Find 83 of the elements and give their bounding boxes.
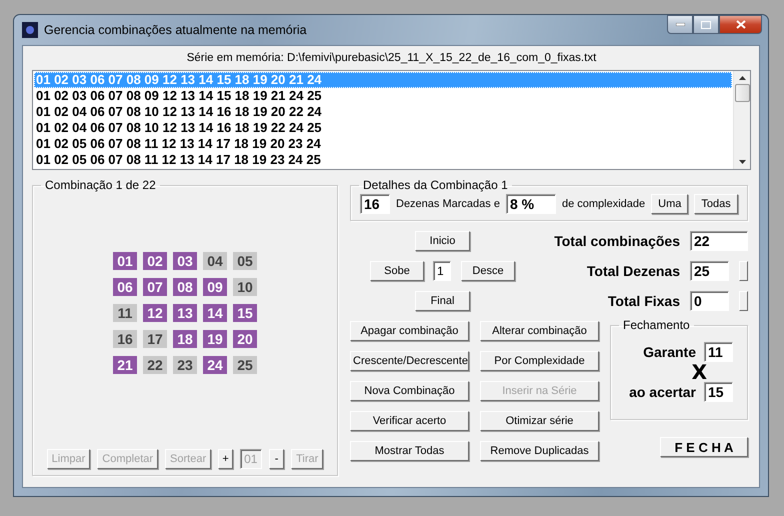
step-button[interactable]: + (218, 449, 234, 469)
times-label: X (692, 362, 707, 382)
number-tile[interactable]: 15 (233, 304, 257, 322)
total-field[interactable]: 22 (690, 231, 748, 251)
number-tile[interactable]: 21 (113, 356, 137, 374)
list-row[interactable]: 01 02 04 06 07 08 10 12 13 14 16 18 19 20 22 24 (34, 104, 732, 120)
list-row[interactable]: 01 02 03 06 07 08 09 12 13 14 15 18 19 20 21 24 (34, 72, 732, 88)
total-field[interactable]: 0 (690, 291, 729, 311)
action-button[interactable]: Apagar combinação (350, 321, 469, 341)
list-row[interactable]: 01 02 03 06 07 08 09 12 13 14 15 18 19 21 24 25 (34, 88, 732, 104)
close-icon (736, 20, 746, 29)
number-tile[interactable]: 16 (113, 330, 137, 348)
number-tile[interactable]: 23 (173, 356, 197, 374)
total-label: Total combinações (554, 232, 680, 251)
number-tile[interactable]: 14 (203, 304, 227, 322)
group-title: Fechamento (622, 318, 691, 332)
first-button[interactable]: Inicio (415, 231, 470, 251)
position-field[interactable]: 1 (433, 261, 451, 281)
action-button[interactable]: Alterar combinação (480, 321, 599, 341)
hit-label: ao acertar (629, 383, 696, 402)
number-tile[interactable]: 24 (203, 356, 227, 374)
action-button[interactable]: Remove Duplicadas (480, 441, 599, 461)
scroll-thumb[interactable] (734, 84, 750, 102)
list-row[interactable]: 01 02 04 06 07 08 10 12 13 14 16 18 19 22 24 25 (34, 120, 732, 136)
count-label: Dezenas Marcadas e (396, 198, 500, 210)
number-tile[interactable]: 04 (203, 252, 227, 270)
scroll-down-icon (738, 160, 746, 164)
number-tile[interactable]: 09 (203, 278, 227, 296)
number-tile[interactable]: 20 (233, 330, 257, 348)
scrollbar[interactable] (733, 71, 750, 169)
app-icon (22, 22, 38, 38)
number-tile[interactable]: 05 (233, 252, 257, 270)
down-button[interactable]: Desce (461, 261, 515, 281)
side-button[interactable] (739, 261, 748, 281)
complexity-label: de complexidade (562, 198, 646, 210)
window-title: Gerencia combinações atualmente na memória (44, 23, 307, 37)
count-field[interactable]: 16 (360, 194, 390, 214)
details-button[interactable]: Todas (694, 194, 738, 214)
number-tile[interactable]: 19 (203, 330, 227, 348)
number-tile[interactable]: 18 (173, 330, 197, 348)
number-tile[interactable]: 10 (233, 278, 257, 296)
list-row[interactable]: 01 02 05 06 07 08 11 12 13 14 17 18 19 23 24 25 (34, 152, 732, 168)
close-button[interactable] (719, 15, 762, 34)
guarantee-label: Garante (643, 343, 696, 362)
scroll-up-icon (738, 76, 746, 80)
side-button[interactable] (739, 291, 748, 311)
number-tile[interactable]: 12 (143, 304, 167, 322)
group-title: Combinação 1 de 22 (44, 178, 157, 192)
minimize-button[interactable] (667, 15, 693, 34)
last-button[interactable]: Final (415, 291, 470, 311)
number-tile[interactable]: 22 (143, 356, 167, 374)
total-label: Total Fixas (608, 292, 680, 311)
complexity-field[interactable]: 8 % (506, 194, 556, 214)
action-button[interactable]: Mostrar Todas (350, 441, 469, 461)
number-tile[interactable]: 02 (143, 252, 167, 270)
number-tile[interactable]: 13 (173, 304, 197, 322)
total-field[interactable]: 25 (690, 261, 729, 281)
number-tile[interactable]: 08 (173, 278, 197, 296)
number-tile[interactable]: 06 (113, 278, 137, 296)
up-button[interactable]: Sobe (370, 261, 424, 281)
details-button[interactable]: Uma (651, 194, 688, 214)
action-button[interactable]: Crescente/Decrescente (350, 351, 469, 371)
number-tile[interactable]: 25 (233, 356, 257, 374)
number-tile[interactable]: 07 (143, 278, 167, 296)
number-tile[interactable]: 11 (113, 304, 137, 322)
number-tile[interactable]: 01 (113, 252, 137, 270)
step-button[interactable]: - (269, 449, 284, 469)
total-label: Total Dezenas (586, 262, 680, 281)
minimize-icon (676, 23, 684, 26)
number-tile[interactable]: 17 (143, 330, 167, 348)
list-row[interactable]: 01 02 05 06 07 08 11 12 13 14 17 18 19 20 23 24 (34, 136, 732, 152)
series-label: Série em memória: D:\femivi\purebasic\25_11_X_15_22_de_16_com_0_fixas.txt (186, 51, 598, 66)
close-dialog-button[interactable]: F E C H A (660, 437, 748, 457)
maximize-button[interactable] (693, 15, 719, 34)
number-tile[interactable]: 03 (173, 252, 197, 270)
guarantee-field[interactable]: 11 (704, 342, 733, 362)
maximize-icon (701, 20, 711, 28)
action-button[interactable]: Verificar acerto (350, 411, 469, 431)
group-title: Detalhes da Combinação 1 (362, 178, 509, 192)
action-button[interactable]: Nova Combinação (350, 381, 469, 401)
hit-field[interactable]: 15 (704, 382, 733, 402)
action-button[interactable]: Otimizar série (480, 411, 599, 431)
action-button[interactable]: Por Complexidade (480, 351, 599, 371)
